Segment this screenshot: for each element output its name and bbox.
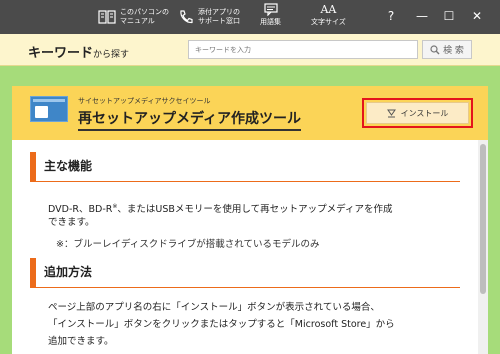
search-title-main: キーワード bbox=[28, 46, 94, 61]
app-header: サイセットアップメディアサクセイツール 再セットアップメディア作成ツール インス… bbox=[12, 86, 488, 140]
manual-label-line2: マニュアル bbox=[120, 17, 155, 25]
app-detail-panel: サイセットアップメディアサクセイツール 再セットアップメディア作成ツール インス… bbox=[12, 86, 488, 354]
download-icon bbox=[386, 109, 396, 117]
app-title: 再セットアップメディア作成ツール bbox=[78, 108, 302, 131]
book-icon bbox=[98, 10, 116, 24]
glossary-label: 用語集 bbox=[260, 18, 281, 26]
features-line-1: DVD-R、BD-R※、またはUSBメモリーを使用して再セットアップメディアを作… bbox=[48, 203, 393, 216]
phone-icon bbox=[180, 10, 193, 24]
help-button[interactable]: ? bbox=[383, 8, 399, 24]
search-button-label: 検 索 bbox=[443, 46, 464, 56]
scrollbar-thumb[interactable] bbox=[480, 144, 486, 294]
search-title-suffix: から探す bbox=[93, 50, 130, 60]
install-button[interactable]: インストール bbox=[366, 102, 469, 124]
app-subtitle: サイセットアップメディアサクセイツール bbox=[78, 97, 211, 105]
section-heading-features: 主な機能 bbox=[30, 152, 460, 182]
manual-label-line1: このパソコンの bbox=[120, 8, 169, 16]
install-line-2: 「インストール」ボタンをクリックまたはタップすると「Microsoft Stor… bbox=[48, 319, 395, 330]
app-description: 主な機能 DVD-R、BD-R※、またはUSBメモリーを使用して再セットアップメ… bbox=[12, 140, 478, 354]
install-label: インストール bbox=[400, 108, 449, 118]
install-line-3: 追加できます。 bbox=[48, 336, 114, 347]
chat-icon bbox=[263, 3, 278, 16]
support-label-line2: サポート窓口 bbox=[198, 17, 240, 25]
glossary-button[interactable]: 用語集 bbox=[260, 3, 281, 33]
font-size-label: 文字サイズ bbox=[311, 18, 346, 26]
support-button[interactable]: 添付アプリの サポート窓口 bbox=[178, 0, 240, 34]
scrollbar[interactable] bbox=[478, 140, 488, 354]
font-size-button[interactable]: AA 文字サイズ bbox=[311, 3, 346, 33]
section-heading-install: 追加方法 bbox=[30, 258, 460, 288]
features-line-2: できます。 bbox=[48, 217, 95, 228]
search-bar: キーワードから探す 検 索 bbox=[0, 34, 500, 66]
install-line-1: ページ上部のアプリ名の右に「インストール」ボタンが表示されている場合、 bbox=[48, 302, 380, 313]
search-input[interactable] bbox=[188, 40, 418, 59]
search-button[interactable]: 検 索 bbox=[422, 40, 472, 59]
manual-button[interactable]: このパソコンの マニュアル bbox=[98, 0, 169, 34]
close-button[interactable]: ✕ bbox=[469, 8, 485, 24]
maximize-button[interactable]: ☐ bbox=[441, 8, 457, 24]
features-note: ※：ブルーレイディスクドライブが搭載されているモデルのみ bbox=[56, 239, 320, 250]
search-title: キーワードから探す bbox=[28, 42, 129, 61]
minimize-button[interactable]: — bbox=[414, 8, 430, 24]
app-thumbnail bbox=[30, 96, 68, 122]
top-toolbar: このパソコンの マニュアル 添付アプリの サポート窓口 用語集 AA 文字サイズ… bbox=[0, 0, 500, 34]
support-label-line1: 添付アプリの bbox=[198, 8, 240, 16]
search-icon bbox=[430, 44, 440, 54]
font-size-icon: AA bbox=[320, 3, 337, 16]
